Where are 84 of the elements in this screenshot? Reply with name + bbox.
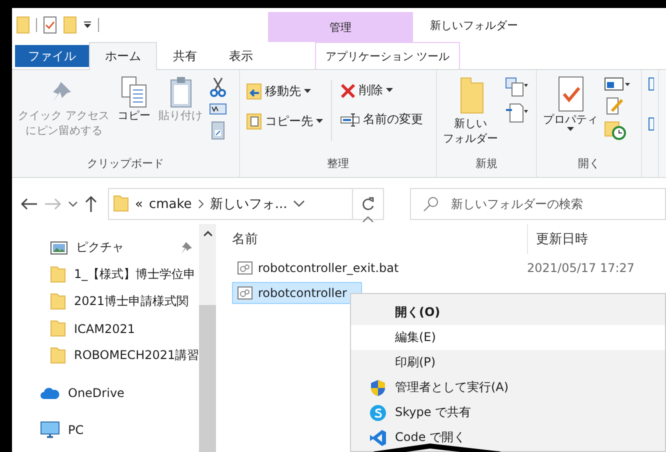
breadcrumb[interactable]: 新しいフォ... xyxy=(210,195,288,213)
picture-icon xyxy=(50,240,68,254)
ribbon-button[interactable]: 名前の変更 xyxy=(338,109,425,130)
up-arrow-icon[interactable] xyxy=(84,195,98,213)
folder-icon xyxy=(50,292,66,312)
batch-file-icon xyxy=(237,261,253,275)
copy-icon xyxy=(119,76,149,108)
nav-item[interactable]: ICAM2021 xyxy=(50,315,200,342)
group-label: クリップボード xyxy=(86,156,165,172)
ribbon-tab[interactable]: 表示 xyxy=(213,42,269,69)
ribbon-button[interactable]: コピー先 xyxy=(244,110,325,132)
menu-item[interactable]: Skype で共有 xyxy=(351,400,665,425)
ribbon-button[interactable]: 新しい フォルダー xyxy=(441,74,500,153)
nav-item[interactable]: ROBOMECH2021講習 xyxy=(50,342,200,369)
file-item[interactable]: robotcontroller xyxy=(232,282,362,304)
window-icon[interactable] xyxy=(604,76,630,92)
ribbon-button[interactable]: 移動先 xyxy=(244,80,325,102)
back-arrow-icon[interactable] xyxy=(20,197,38,211)
nav-item[interactable]: PC xyxy=(40,416,200,443)
scrollbar[interactable] xyxy=(199,224,216,452)
column-header[interactable]: 更新日時 xyxy=(527,224,588,254)
window-title: 新しいフォルダー xyxy=(429,18,518,34)
date-text: 2021/05/17 17:27 xyxy=(527,261,635,275)
batch-file-icon xyxy=(237,286,253,300)
ribbon-button[interactable]: コピー xyxy=(116,74,152,153)
monitor-icon xyxy=(40,420,60,438)
ribbon-tab[interactable]: アプリケーション ツール xyxy=(315,42,460,69)
group-label: 整理 xyxy=(326,156,350,172)
shield-icon xyxy=(369,378,387,396)
scissors-icon[interactable] xyxy=(208,76,226,98)
group-label: 新規 xyxy=(474,156,498,172)
ribbon-button[interactable]: 削除 xyxy=(338,80,425,101)
properties-icon[interactable] xyxy=(43,16,57,34)
folder-icon xyxy=(50,264,66,284)
contextual-tab-group: 管理 xyxy=(268,12,413,42)
sort-caret-icon[interactable] xyxy=(362,216,374,223)
checklist-icon xyxy=(556,76,586,112)
folder-icon xyxy=(50,318,66,338)
caret-icon xyxy=(316,118,323,124)
ribbon-button[interactable]: プロパティ xyxy=(541,74,600,153)
address-bar[interactable]: « cmake 新しいフォ... xyxy=(108,188,384,220)
breadcrumb[interactable]: cmake xyxy=(148,196,192,212)
menu-item[interactable]: 管理者として実行(A) xyxy=(351,375,665,400)
file-item[interactable]: robotcontroller_exit.bat xyxy=(232,257,527,279)
nav-item[interactable]: ピクチャ xyxy=(50,234,200,261)
nav-item[interactable]: 2021博士申請様式関 xyxy=(50,288,200,315)
ribbon-tab[interactable]: ホーム xyxy=(89,42,157,70)
menu-item[interactable]: 編集(E) xyxy=(351,325,665,350)
skype-icon xyxy=(369,404,387,422)
folder-icon xyxy=(113,194,129,214)
nav-item[interactable]: 1_【様式】博士学位申 xyxy=(50,261,200,288)
scroll-thumb[interactable] xyxy=(199,304,216,452)
ribbon-tab[interactable]: ファイル xyxy=(15,45,89,67)
refresh-icon[interactable] xyxy=(361,196,375,212)
code-editor-icon xyxy=(369,428,387,446)
document-icon[interactable] xyxy=(504,102,528,124)
caret-icon xyxy=(567,127,574,132)
chevron-right-icon xyxy=(198,199,204,209)
edit-icon[interactable] xyxy=(604,96,624,116)
caret-icon xyxy=(304,88,311,94)
copy-to-icon xyxy=(246,112,262,130)
chevron-up-icon[interactable] xyxy=(202,230,213,237)
nav-item[interactable]: OneDrive xyxy=(40,379,200,406)
chevron-down-icon[interactable] xyxy=(293,200,306,208)
column-header[interactable]: 名前 xyxy=(232,230,527,248)
search-box[interactable]: 新しいフォルダーの検索 xyxy=(410,188,666,220)
search-field[interactable]: 新しいフォルダーの検索 xyxy=(449,191,639,217)
menu-item[interactable]: 印刷(P) xyxy=(351,350,665,375)
search-icon xyxy=(423,196,439,212)
cloud-icon xyxy=(40,386,60,400)
ribbon-tab[interactable]: 共有 xyxy=(157,42,213,69)
folder-icon xyxy=(50,346,66,366)
caret-icon xyxy=(386,88,393,93)
rename-icon xyxy=(340,112,360,128)
breadcrumb[interactable]: « xyxy=(135,196,143,212)
move-to-icon xyxy=(246,82,262,100)
copy-path-icon[interactable] xyxy=(208,102,226,116)
dropdown-icon[interactable] xyxy=(83,21,92,29)
history-icon[interactable] xyxy=(604,120,626,140)
group-label: 開く xyxy=(577,156,601,172)
menu-item[interactable]: Code で開く xyxy=(351,425,665,450)
copy-icon[interactable] xyxy=(504,76,528,98)
close-icon xyxy=(340,82,356,98)
chevron-down-icon[interactable] xyxy=(68,200,78,208)
